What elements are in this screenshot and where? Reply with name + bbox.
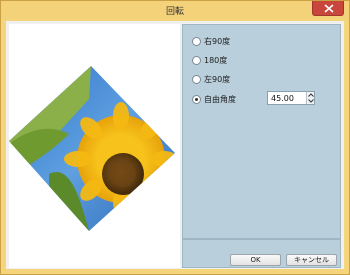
chevron-down-icon[interactable] [308,99,314,103]
button-bar: OK キャンセル [182,240,341,268]
angle-stepper[interactable]: 45.00 [267,91,315,105]
title-bar[interactable]: 回転 [1,1,349,19]
chevron-up-icon[interactable] [308,93,314,97]
rotation-options-panel: 右90度 180度 左90度 自由角度 45.00 [182,24,341,239]
radio-option-free-angle[interactable]: 自由角度 [192,93,236,105]
spinner[interactable] [306,92,314,104]
rotate-dialog: 回転 右90度 180度 左90度 自由角度 45.00 OK キャンセル [0,0,350,275]
radio-option-left-90[interactable]: 左90度 [192,73,230,85]
radio-label: 左90度 [204,74,231,84]
radio-label: 右90度 [204,36,231,46]
rotated-sunflower-image [9,66,175,231]
ok-button[interactable]: OK [230,254,281,266]
close-icon [324,4,334,13]
image-preview [9,24,180,268]
radio-button[interactable] [192,55,201,65]
radio-label: 自由角度 [204,94,236,104]
cancel-button[interactable]: キャンセル [286,254,337,266]
radio-option-180[interactable]: 180度 [192,54,227,66]
radio-button[interactable] [192,94,201,104]
radio-button[interactable] [192,36,201,46]
radio-button[interactable] [192,74,201,84]
window-title: 回転 [165,7,184,17]
radio-label: 180度 [204,55,228,65]
radio-option-right-90[interactable]: 右90度 [192,35,230,47]
angle-input[interactable]: 45.00 [271,94,294,103]
dialog-body: 右90度 180度 左90度 自由角度 45.00 OK キャンセル [6,21,344,269]
close-button[interactable] [312,1,344,16]
